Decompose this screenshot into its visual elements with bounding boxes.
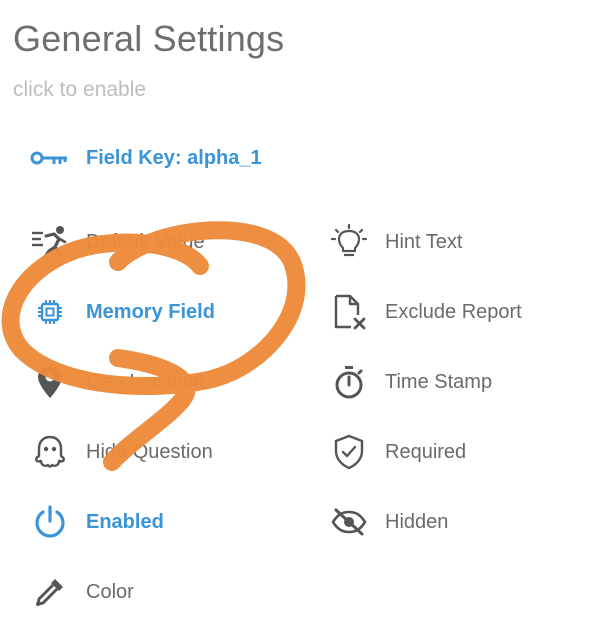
power-icon: [30, 502, 70, 542]
eyedropper-icon: [30, 572, 70, 612]
setting-label: Default Value: [86, 230, 205, 253]
setting-label: Time Stamp: [385, 370, 493, 393]
file-x-icon: [329, 292, 369, 332]
setting-color[interactable]: Color: [30, 572, 134, 612]
setting-label: Exclude Report: [385, 300, 522, 323]
setting-time-stamp[interactable]: Time Stamp: [329, 362, 492, 402]
field-key-button[interactable]: Field Key: alpha_1: [30, 138, 262, 178]
setting-label: Hide Question: [86, 440, 213, 463]
setting-hide-question[interactable]: Hide Question: [30, 432, 213, 472]
running-figure-icon: [30, 222, 70, 262]
key-icon: [30, 138, 70, 178]
field-key-label: Field Key: alpha_1: [86, 146, 262, 169]
setting-label: Geo Location: [86, 370, 205, 393]
setting-exclude-report[interactable]: Exclude Report: [329, 292, 522, 332]
setting-label: Hint Text: [385, 230, 463, 253]
setting-label: Hidden: [385, 510, 449, 533]
setting-hidden[interactable]: Hidden: [329, 502, 448, 542]
setting-geo-location[interactable]: Geo Location: [30, 362, 205, 402]
page-subtitle: click to enable: [13, 78, 147, 101]
lightbulb-icon: [329, 222, 369, 262]
setting-label: Color: [86, 580, 134, 603]
general-settings-panel: General Settings click to enable Field K…: [0, 0, 590, 636]
setting-hint-text[interactable]: Hint Text: [329, 222, 462, 262]
map-pin-icon: [30, 362, 70, 402]
eye-off-icon: [329, 502, 369, 542]
stopwatch-icon: [329, 362, 369, 402]
ghost-icon: [30, 432, 70, 472]
page-title: General Settings: [13, 18, 285, 59]
setting-label: Required: [385, 440, 467, 463]
shield-check-icon: [329, 432, 369, 472]
setting-enabled[interactable]: Enabled: [30, 502, 164, 542]
setting-default-value[interactable]: Default Value: [30, 222, 205, 262]
setting-label: Enabled: [86, 510, 164, 533]
chip-icon: [30, 292, 70, 332]
setting-label: Memory Field: [86, 300, 215, 323]
setting-required[interactable]: Required: [329, 432, 466, 472]
setting-memory-field[interactable]: Memory Field: [30, 292, 215, 332]
